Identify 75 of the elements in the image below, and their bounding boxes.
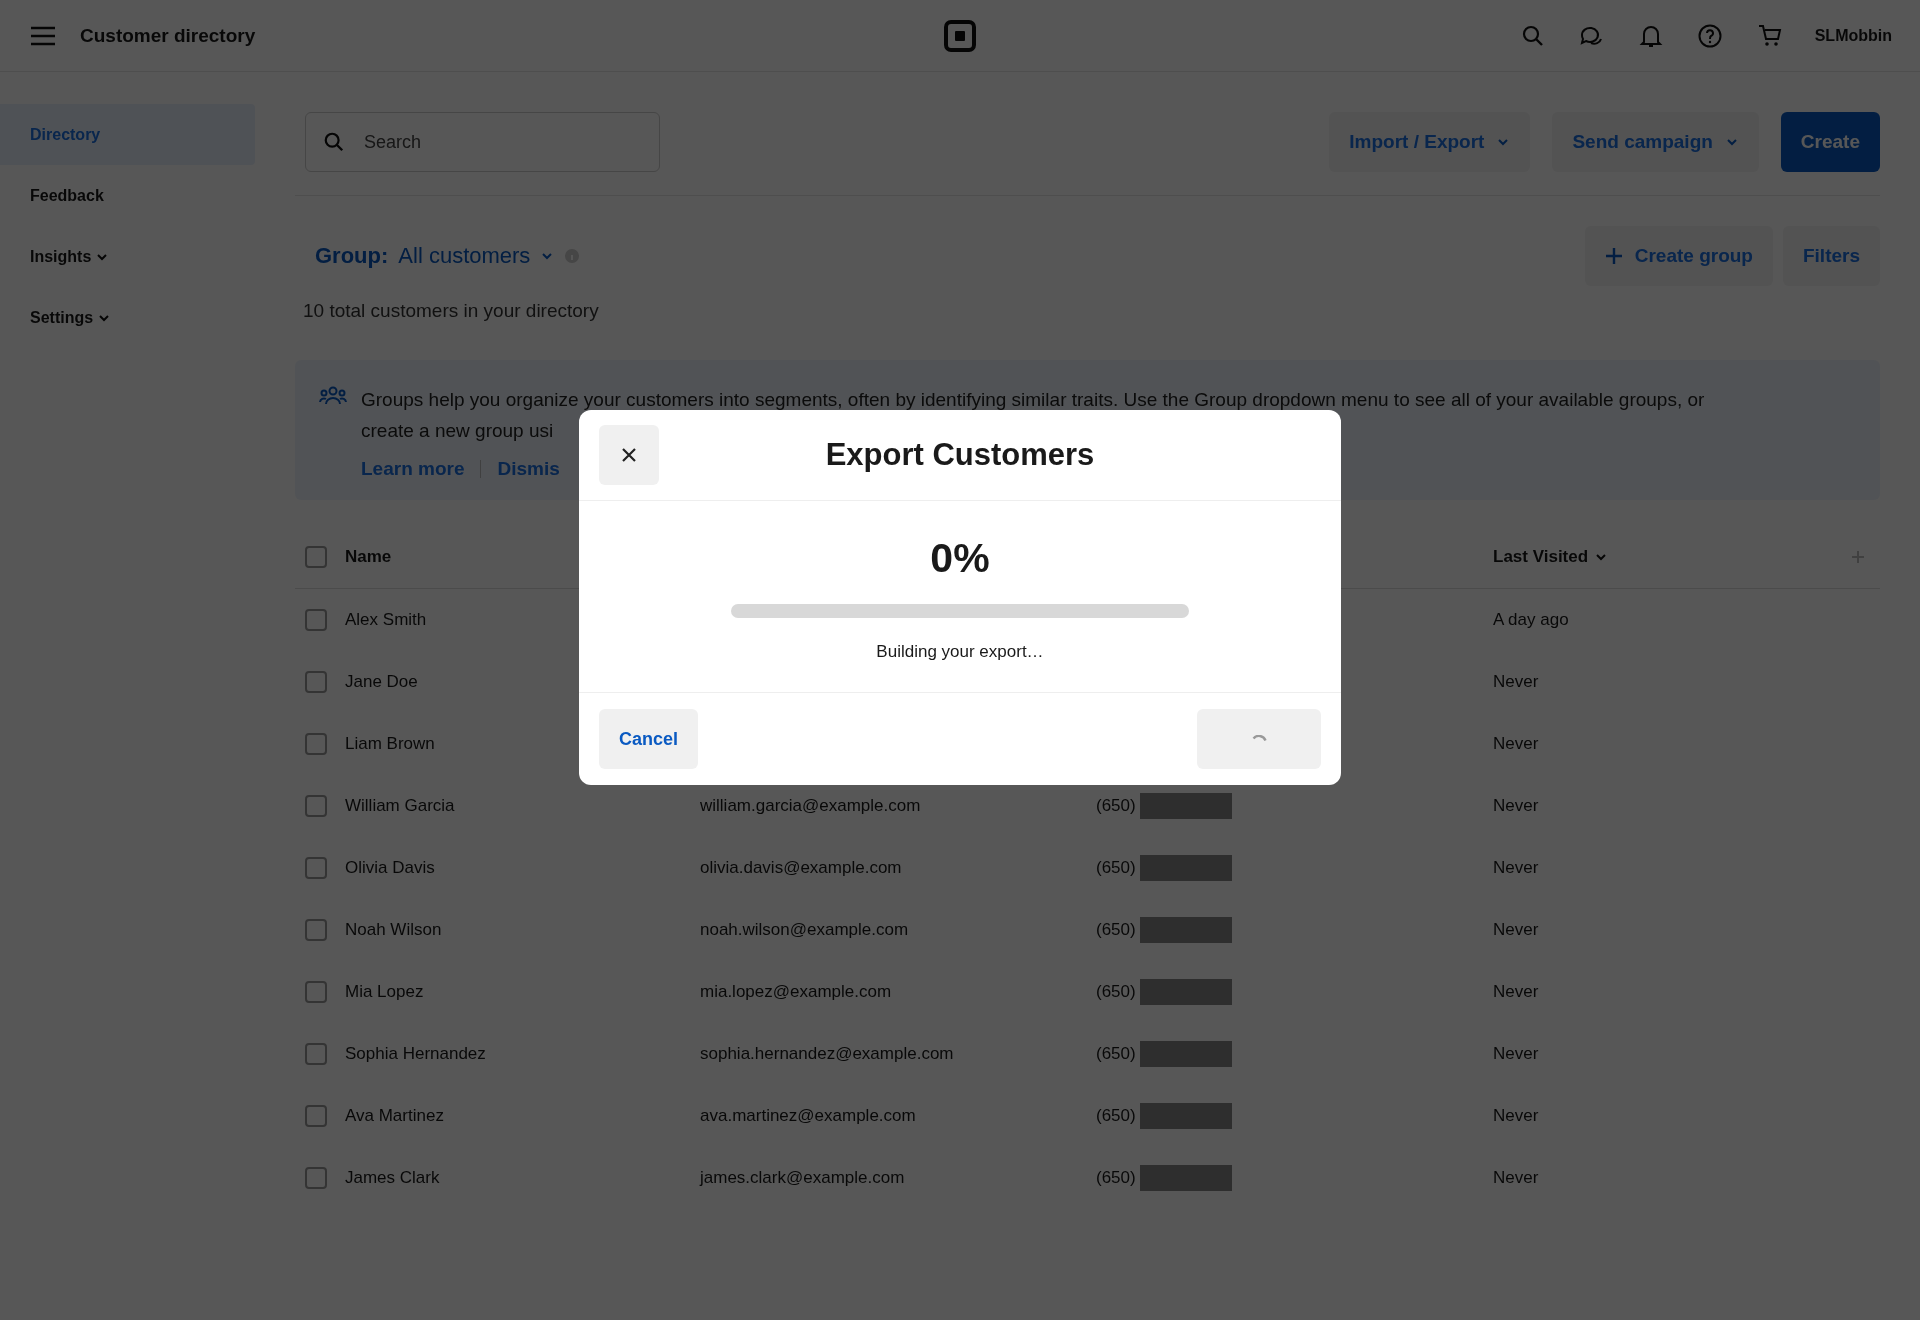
menu-icon[interactable] — [30, 25, 56, 46]
customer-count: 10 total customers in your directory — [302, 299, 600, 322]
plus-icon — [1604, 247, 1623, 265]
phone-cell: (650) — [1096, 1106, 1136, 1126]
checkbox[interactable] — [305, 546, 327, 568]
close-icon — [621, 447, 637, 463]
last-visited-cell-text: Never — [1493, 796, 1540, 816]
user-name[interactable]: SLMobbin — [1814, 26, 1892, 45]
group-dropdown[interactable]: Group: All customers — [315, 243, 555, 269]
customer-name[interactable]: William Garcia — [345, 796, 700, 816]
last-visited-cell-text: Never — [1493, 734, 1540, 754]
phone-cell: (650) — [1096, 920, 1136, 940]
checkbox[interactable] — [305, 795, 327, 817]
phone-cell: (650) — [1096, 982, 1136, 1002]
sidebar-item[interactable]: Feedback — [0, 165, 255, 226]
page-title: Customer directory — [80, 24, 256, 47]
email-cell-text: olivia.davis@example.com — [700, 858, 903, 878]
last-visited-cell-text: Never — [1493, 982, 1540, 1002]
last-visited-cell-text: Never — [1493, 672, 1540, 692]
checkbox[interactable] — [305, 857, 327, 879]
email-cell-text: noah.wilson@example.com — [700, 920, 910, 940]
customer-name[interactable]: Ava Martinez — [345, 1106, 700, 1126]
checkbox[interactable] — [305, 671, 327, 693]
checkbox[interactable] — [305, 1105, 327, 1127]
last-visited-cell-text: Never — [1493, 1168, 1540, 1188]
search-field[interactable]: Search — [305, 112, 660, 172]
sidebar-item[interactable]: Directory — [0, 104, 255, 165]
sidebar-item[interactable]: Insights — [0, 226, 255, 287]
email-cell-text: mia.lopez@example.com — [700, 982, 893, 1002]
banner-link[interactable]: Learn more — [361, 458, 465, 480]
filter-button[interactable]: Filters — [1782, 226, 1880, 286]
phone-cell: (650) — [1096, 1168, 1136, 1188]
spinner-icon — [1251, 735, 1267, 743]
customer-name[interactable]: Sophia Hernandez — [345, 1044, 700, 1064]
checkbox[interactable] — [305, 919, 327, 941]
email-cell-text: sophia.hernandez@example.com — [700, 1044, 955, 1064]
last-visited-cell-text: Never — [1493, 858, 1540, 878]
loading-button[interactable] — [1197, 709, 1321, 769]
last-visited-cell-text: Never — [1493, 1106, 1540, 1126]
email-cell-text: william.garcia@example.com — [700, 796, 922, 816]
dropdown-button[interactable]: Send campaign — [1552, 112, 1759, 172]
create-button[interactable]: Create — [1780, 112, 1880, 172]
status-text: Building your export… — [876, 642, 1044, 662]
sidebar-item[interactable]: Settings — [0, 287, 255, 348]
checkbox[interactable] — [305, 981, 327, 1003]
last-visited-cell-text: A day ago — [1493, 610, 1570, 630]
last-visited-cell-text: Never — [1493, 920, 1540, 940]
dropdown-button[interactable]: Import / Export — [1329, 112, 1531, 172]
column-header[interactable]: Last Visited — [1493, 547, 1850, 567]
customer-name[interactable]: Olivia Davis — [345, 858, 700, 878]
email-cell-text: james.clark@example.com — [700, 1168, 906, 1188]
phone-cell: (650) — [1096, 858, 1136, 878]
customer-name[interactable]: Noah Wilson — [345, 920, 700, 940]
email-cell-text: ava.martinez@example.com — [700, 1106, 917, 1126]
cancel-button[interactable]: Cancel — [599, 709, 699, 769]
checkbox[interactable] — [305, 1043, 327, 1065]
close-button[interactable] — [599, 425, 659, 485]
cart-icon[interactable] — [1756, 22, 1783, 49]
logo-icon[interactable] — [944, 20, 976, 52]
help-icon[interactable] — [1696, 22, 1723, 49]
banner-text: create a new group usi — [361, 419, 555, 443]
customer-name[interactable]: Mia Lopez — [345, 982, 700, 1002]
checkbox[interactable] — [305, 609, 327, 631]
banner-link[interactable]: Dismis — [497, 458, 560, 480]
customer-name[interactable]: James Clark — [345, 1168, 700, 1188]
checkbox[interactable] — [305, 733, 327, 755]
checkbox[interactable] — [305, 1167, 327, 1189]
phone-cell: (650) — [1096, 796, 1136, 816]
progress-percent: 0% — [930, 535, 990, 582]
add-button[interactable]: Create group — [1584, 226, 1773, 286]
phone-cell: (650) — [1096, 1044, 1136, 1064]
search-icon[interactable] — [1520, 23, 1545, 48]
banner-text: Groups help you organize your customers into segments, often by identifying similar traits. Use the Group dropdown menu to see all of your available groups, or — [361, 388, 1705, 412]
dialog-title: Export Customers — [825, 437, 1095, 473]
last-visited-cell-text: Never — [1493, 1044, 1540, 1064]
